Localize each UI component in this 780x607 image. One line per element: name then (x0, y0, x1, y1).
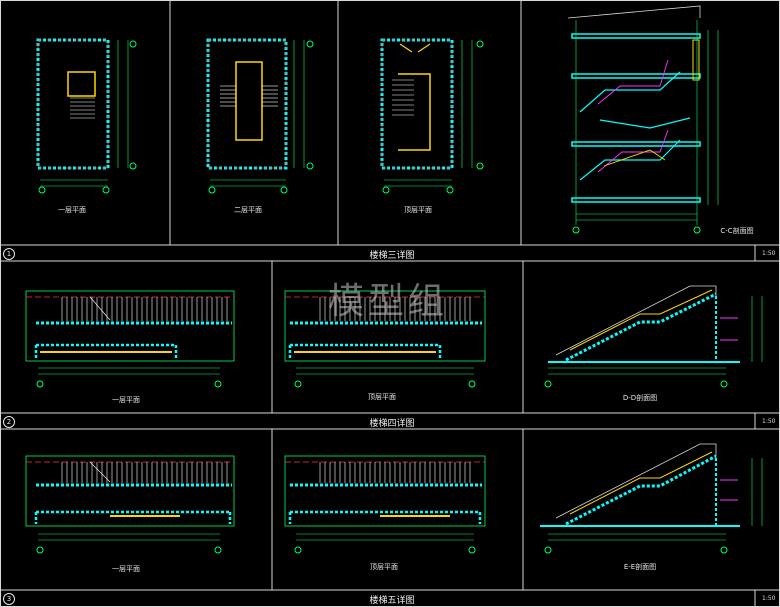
drawing-label: 二层平面 (234, 206, 262, 214)
scale-label: 1:50 (762, 595, 776, 602)
steps-3-1 (61, 462, 228, 483)
watermark: 模型组 (328, 281, 449, 322)
drawing-label: C-C剖面图 (720, 227, 754, 235)
steps-2-1 (61, 297, 228, 321)
drawing-label: 顶层平面 (370, 563, 398, 571)
section-c-c (567, 5, 719, 234)
scale-label: 1:50 (762, 250, 776, 257)
plan-2-1 (25, 290, 235, 388)
section-number-badge: 3 (3, 593, 15, 605)
section-title: 楼梯五详图 (369, 596, 415, 606)
plan-3-2 (284, 455, 486, 554)
plan-1-1 (36, 38, 137, 194)
plan-1-2 (206, 38, 314, 194)
drawing-label: 一层平面 (112, 396, 140, 404)
plan-3-1 (25, 455, 235, 554)
section-number-badge: 1 (3, 248, 15, 260)
drawing-label: 一层平面 (112, 565, 140, 573)
drawing-label: E-E剖面图 (623, 563, 657, 571)
section-title: 楼梯三详图 (369, 251, 415, 261)
section-number-badge: 2 (3, 416, 15, 428)
section-title: 楼梯四详图 (369, 419, 415, 429)
drawing-label: 一层平面 (58, 206, 86, 214)
steps-3-2 (319, 462, 471, 483)
section-d-d (544, 285, 763, 388)
scale-label: 1:50 (762, 418, 776, 425)
drawing-label: D-D剖面图 (622, 394, 658, 402)
section-e-e (540, 443, 763, 554)
drawing-label: 顶层平面 (404, 206, 432, 214)
drawing-label: 顶层平面 (368, 393, 396, 401)
plan-1-3 (380, 38, 484, 194)
